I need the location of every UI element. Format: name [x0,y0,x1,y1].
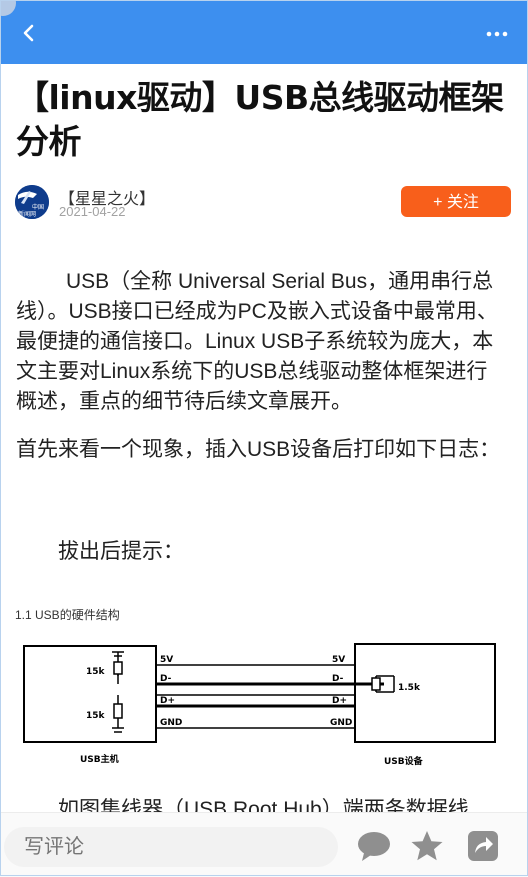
label-left-dminus: D- [160,674,172,684]
follow-button[interactable]: + 关注 [401,186,511,217]
author-row: 中国 新闻网 【星星之火】 2021-04-22 + 关注 [15,182,515,224]
star-icon [411,831,443,861]
svg-text:新闻网: 新闻网 [18,210,36,218]
comment-button[interactable] [356,829,390,863]
label-left-5v: 5V [160,655,173,665]
label-left-resistor-bottom: 15k [86,711,106,721]
share-icon [468,831,498,861]
label-device: USB设备 [384,755,424,767]
label-left-dplus: D+ [160,696,175,706]
label-right-5v: 5V [332,655,345,665]
label-right-dplus: D+ [332,696,347,706]
article-title: 【linux驱动】USB总线驱动框架分析 [16,78,504,161]
share-button[interactable] [466,829,500,863]
device-box [354,643,496,743]
host-box [23,645,157,743]
article-content: 【linux驱动】USB总线驱动框架分析 中国 新闻网 【星星之火】 2021-… [0,64,528,812]
favorite-button[interactable] [410,829,444,863]
more-dots-icon [486,31,508,37]
publish-date: 2021-04-22 [59,204,126,219]
paragraph-intro: USB（全称 Universal Serial Bus，通用串行总线）。USB接… [16,270,498,413]
comment-input[interactable] [4,827,338,867]
paragraph-log: 首先来看一个现象，插入USB设备后打印如下日志： [16,438,501,461]
svg-text:中国: 中国 [32,203,44,211]
figure-caption: 1.1 USB的硬件结构 [15,608,120,622]
chevron-left-icon [23,24,34,42]
comment-bubble-icon [358,832,390,861]
avatar[interactable]: 中国 新闻网 [15,185,49,219]
label-right-resistor: 1.5k [398,683,421,693]
label-left-resistor-top: 15k [86,667,106,677]
back-button[interactable] [16,20,42,46]
corner-indicator [0,0,16,16]
news-logo-icon: 中国 新闻网 [15,185,49,219]
label-left-gnd: GND [160,718,182,728]
paragraph-hub: 如图集线器（USB Root Hub）端两条数据线 [58,798,469,812]
top-bar [0,0,528,64]
usb-hardware-diagram: 15k 15k 1.5k 5V D- D+ GND 5V D- D+ GND U… [23,643,496,767]
label-right-gnd: GND [330,718,352,728]
paragraph-unplug: 拔出后提示： [58,540,184,563]
label-host: USB主机 [80,753,119,765]
bottom-bar [0,812,528,877]
label-right-dminus: D- [332,674,344,684]
more-button[interactable] [484,22,510,46]
